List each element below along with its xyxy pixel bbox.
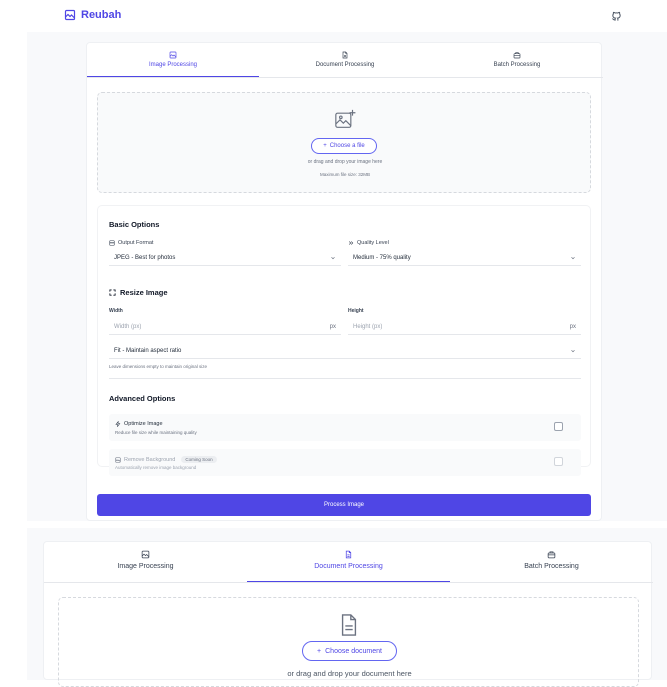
image-processing-card: Image Processing Document Processing Bat…: [86, 42, 603, 521]
choose-document-label: Choose document: [325, 647, 382, 655]
plus-icon: +: [323, 143, 327, 149]
image-icon: [115, 456, 121, 463]
optimize-image-checkbox[interactable]: [554, 422, 563, 431]
top-bar: Reubah: [0, 0, 667, 32]
brand-name: Reubah: [81, 9, 122, 21]
tab-document-processing[interactable]: Document Processing: [259, 43, 431, 77]
drag-drop-text: or drag and drop your image here: [307, 159, 383, 165]
document-icon: [341, 614, 357, 636]
height-label: Height: [348, 308, 364, 314]
quality-level-select[interactable]: Medium - 75% quality: [348, 250, 581, 266]
process-image-button[interactable]: Process Image: [97, 494, 591, 516]
divider: [109, 378, 581, 379]
briefcase-icon: [547, 551, 556, 559]
plus-icon: +: [317, 647, 322, 655]
tab-label: Image Processing: [148, 62, 198, 68]
quality-level-label: Quality Level: [348, 240, 389, 246]
chevron-down-icon: [571, 349, 575, 352]
chevron-down-icon: [331, 256, 335, 259]
coming-soon-badge: Coming Soon: [181, 456, 217, 463]
resize-hint: Leave dimensions empty to maintain origi…: [109, 364, 208, 369]
height-input[interactable]: Height (px) px: [348, 319, 581, 335]
document-dropzone[interactable]: + Choose document or drag and drop your …: [58, 597, 639, 687]
image-icon: [64, 9, 76, 21]
tab-image-processing[interactable]: Image Processing: [87, 43, 259, 77]
optimize-image-title: Optimize Image: [115, 421, 163, 427]
output-format-select[interactable]: JPEG - Best for photos: [109, 250, 341, 266]
tab-bar: Image Processing Document Processing Bat…: [87, 43, 603, 78]
width-label: Width: [109, 308, 123, 314]
tab-label: Image Processing: [117, 563, 174, 570]
width-unit: px: [329, 323, 336, 330]
document-icon: [342, 51, 348, 59]
document-icon: [345, 550, 352, 559]
tab-label: Document Processing: [314, 563, 383, 570]
tab-bar: Image Processing Document Processing Bat…: [44, 542, 653, 583]
image-icon: [141, 550, 150, 559]
chevrons-right-icon: [349, 241, 354, 245]
tab-document-processing[interactable]: Document Processing: [247, 542, 450, 582]
github-icon[interactable]: [611, 11, 622, 22]
width-input[interactable]: Width (px) px: [109, 319, 341, 335]
file-image-icon: [109, 240, 115, 246]
tab-label: Batch Processing: [493, 62, 541, 68]
briefcase-icon: [513, 52, 521, 59]
height-placeholder: Height (px): [353, 323, 383, 330]
remove-background-checkbox: [554, 457, 563, 466]
drag-drop-text: or drag and drop your document here: [287, 669, 412, 678]
fit-mode-select[interactable]: Fit - Maintain aspect ratio: [109, 343, 581, 359]
image-dropzone[interactable]: + Choose a file or drag and drop your im…: [97, 92, 591, 193]
quality-level-value: Medium - 75% quality: [353, 254, 411, 261]
tab-batch-processing[interactable]: Batch Processing: [431, 43, 603, 77]
tab-label: Batch Processing: [524, 563, 579, 570]
expand-icon: [109, 289, 116, 296]
choose-file-button[interactable]: + Choose a file: [311, 138, 377, 154]
basic-options-heading: Basic Options: [109, 220, 160, 229]
image-plus-icon: [335, 109, 356, 128]
optimize-image-description: Reduce file size while maintaining quali…: [115, 430, 197, 435]
image-icon: [169, 51, 177, 59]
remove-background-title: Remove Background Coming Soon: [115, 456, 217, 463]
brand-logo[interactable]: Reubah: [64, 9, 121, 21]
height-unit: px: [569, 323, 576, 330]
remove-background-option: Remove Background Coming Soon Automatica…: [109, 449, 581, 476]
remove-background-description: Automatically remove image background: [115, 465, 197, 470]
width-placeholder: Width (px): [114, 323, 142, 330]
fit-mode-value: Fit - Maintain aspect ratio: [114, 347, 182, 354]
options-section: Basic Options Output Format JPEG - Best …: [97, 205, 591, 476]
output-format-label: Output Format: [109, 240, 153, 246]
document-processing-card: Image Processing Document Processing Bat…: [43, 541, 653, 687]
tab-label: Document Processing: [315, 62, 375, 68]
max-file-size: Maximum file size: 32MB: [319, 172, 370, 177]
tab-image-processing[interactable]: Image Processing: [44, 542, 247, 582]
advanced-options-heading: Advanced Options: [109, 394, 176, 403]
output-format-value: JPEG - Best for photos: [114, 254, 176, 261]
optimize-image-option[interactable]: Optimize Image Reduce file size while ma…: [109, 414, 581, 441]
tab-batch-processing[interactable]: Batch Processing: [450, 542, 653, 582]
resize-image-heading: Resize Image: [109, 288, 168, 297]
lightning-icon: [115, 421, 121, 427]
choose-document-button[interactable]: + Choose document: [302, 641, 397, 661]
choose-file-label: Choose a file: [329, 143, 365, 149]
chevron-down-icon: [571, 256, 575, 259]
